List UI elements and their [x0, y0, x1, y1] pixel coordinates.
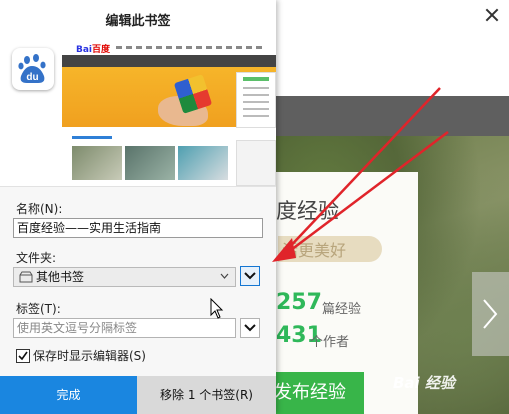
carousel-next-button[interactable]: [472, 272, 509, 356]
page-heading: 度经验: [276, 199, 339, 223]
folder-select[interactable]: 其他书签: [13, 267, 236, 287]
name-input[interactable]: 百度经验——实用生活指南: [13, 218, 263, 238]
paw-icon: du: [18, 54, 46, 83]
baidu-du-logo: du: [12, 48, 54, 90]
thumbnail-site-logo: Bai百度: [76, 45, 111, 55]
stat-authors-label: 个作者: [310, 335, 350, 350]
publish-button[interactable]: 发布经验: [274, 372, 364, 414]
close-icon[interactable]: [485, 8, 499, 22]
show-editor-label[interactable]: 保存时显示编辑器(S): [33, 347, 146, 364]
dialog-title: 编辑此书签: [105, 14, 171, 29]
done-button[interactable]: 完成: [0, 376, 137, 414]
stat-articles-label: 篇经验: [322, 302, 362, 317]
folder-select-value: 其他书签: [36, 270, 85, 284]
thumbnail-dark-bar: [62, 55, 276, 67]
tags-label: 标签(T):: [16, 302, 61, 316]
thumbnail-topbar: Bai百度: [62, 40, 276, 55]
folder-icon: [19, 271, 33, 283]
chevron-down-icon: [244, 324, 256, 332]
checkmark-icon: [18, 351, 28, 361]
folder-dropdown-button[interactable]: [240, 266, 260, 286]
watermark: Bai 经验: [393, 374, 455, 392]
stat-articles: 257: [276, 290, 322, 315]
slogan-text: 活更美好: [282, 241, 347, 260]
thumbnail-sidebar: [236, 72, 276, 128]
name-label: 名称(N):: [16, 202, 63, 216]
remove-bookmark-button[interactable]: 移除 1 个书签(R): [137, 376, 276, 414]
edit-bookmark-dialog: 编辑此书签 Bai百度 du 名称(N): 百度经验——实用生活指南 文件夹: …: [0, 0, 276, 414]
thumbnail-side-box: [236, 140, 276, 186]
page-thumbnail: Bai百度 du: [0, 36, 276, 186]
tags-input[interactable]: 使用英文逗号分隔标签: [13, 318, 236, 338]
svg-text:du: du: [26, 72, 38, 83]
tags-dropdown-button[interactable]: [240, 318, 260, 338]
chevron-down-icon: [220, 273, 229, 279]
folder-label: 文件夹:: [16, 251, 57, 265]
mouse-cursor-icon: [210, 298, 224, 319]
thumbnail-nav: [116, 46, 266, 49]
show-editor-checkbox[interactable]: [16, 349, 30, 363]
chevron-down-icon: [244, 272, 256, 280]
chevron-right-icon: [483, 299, 498, 329]
